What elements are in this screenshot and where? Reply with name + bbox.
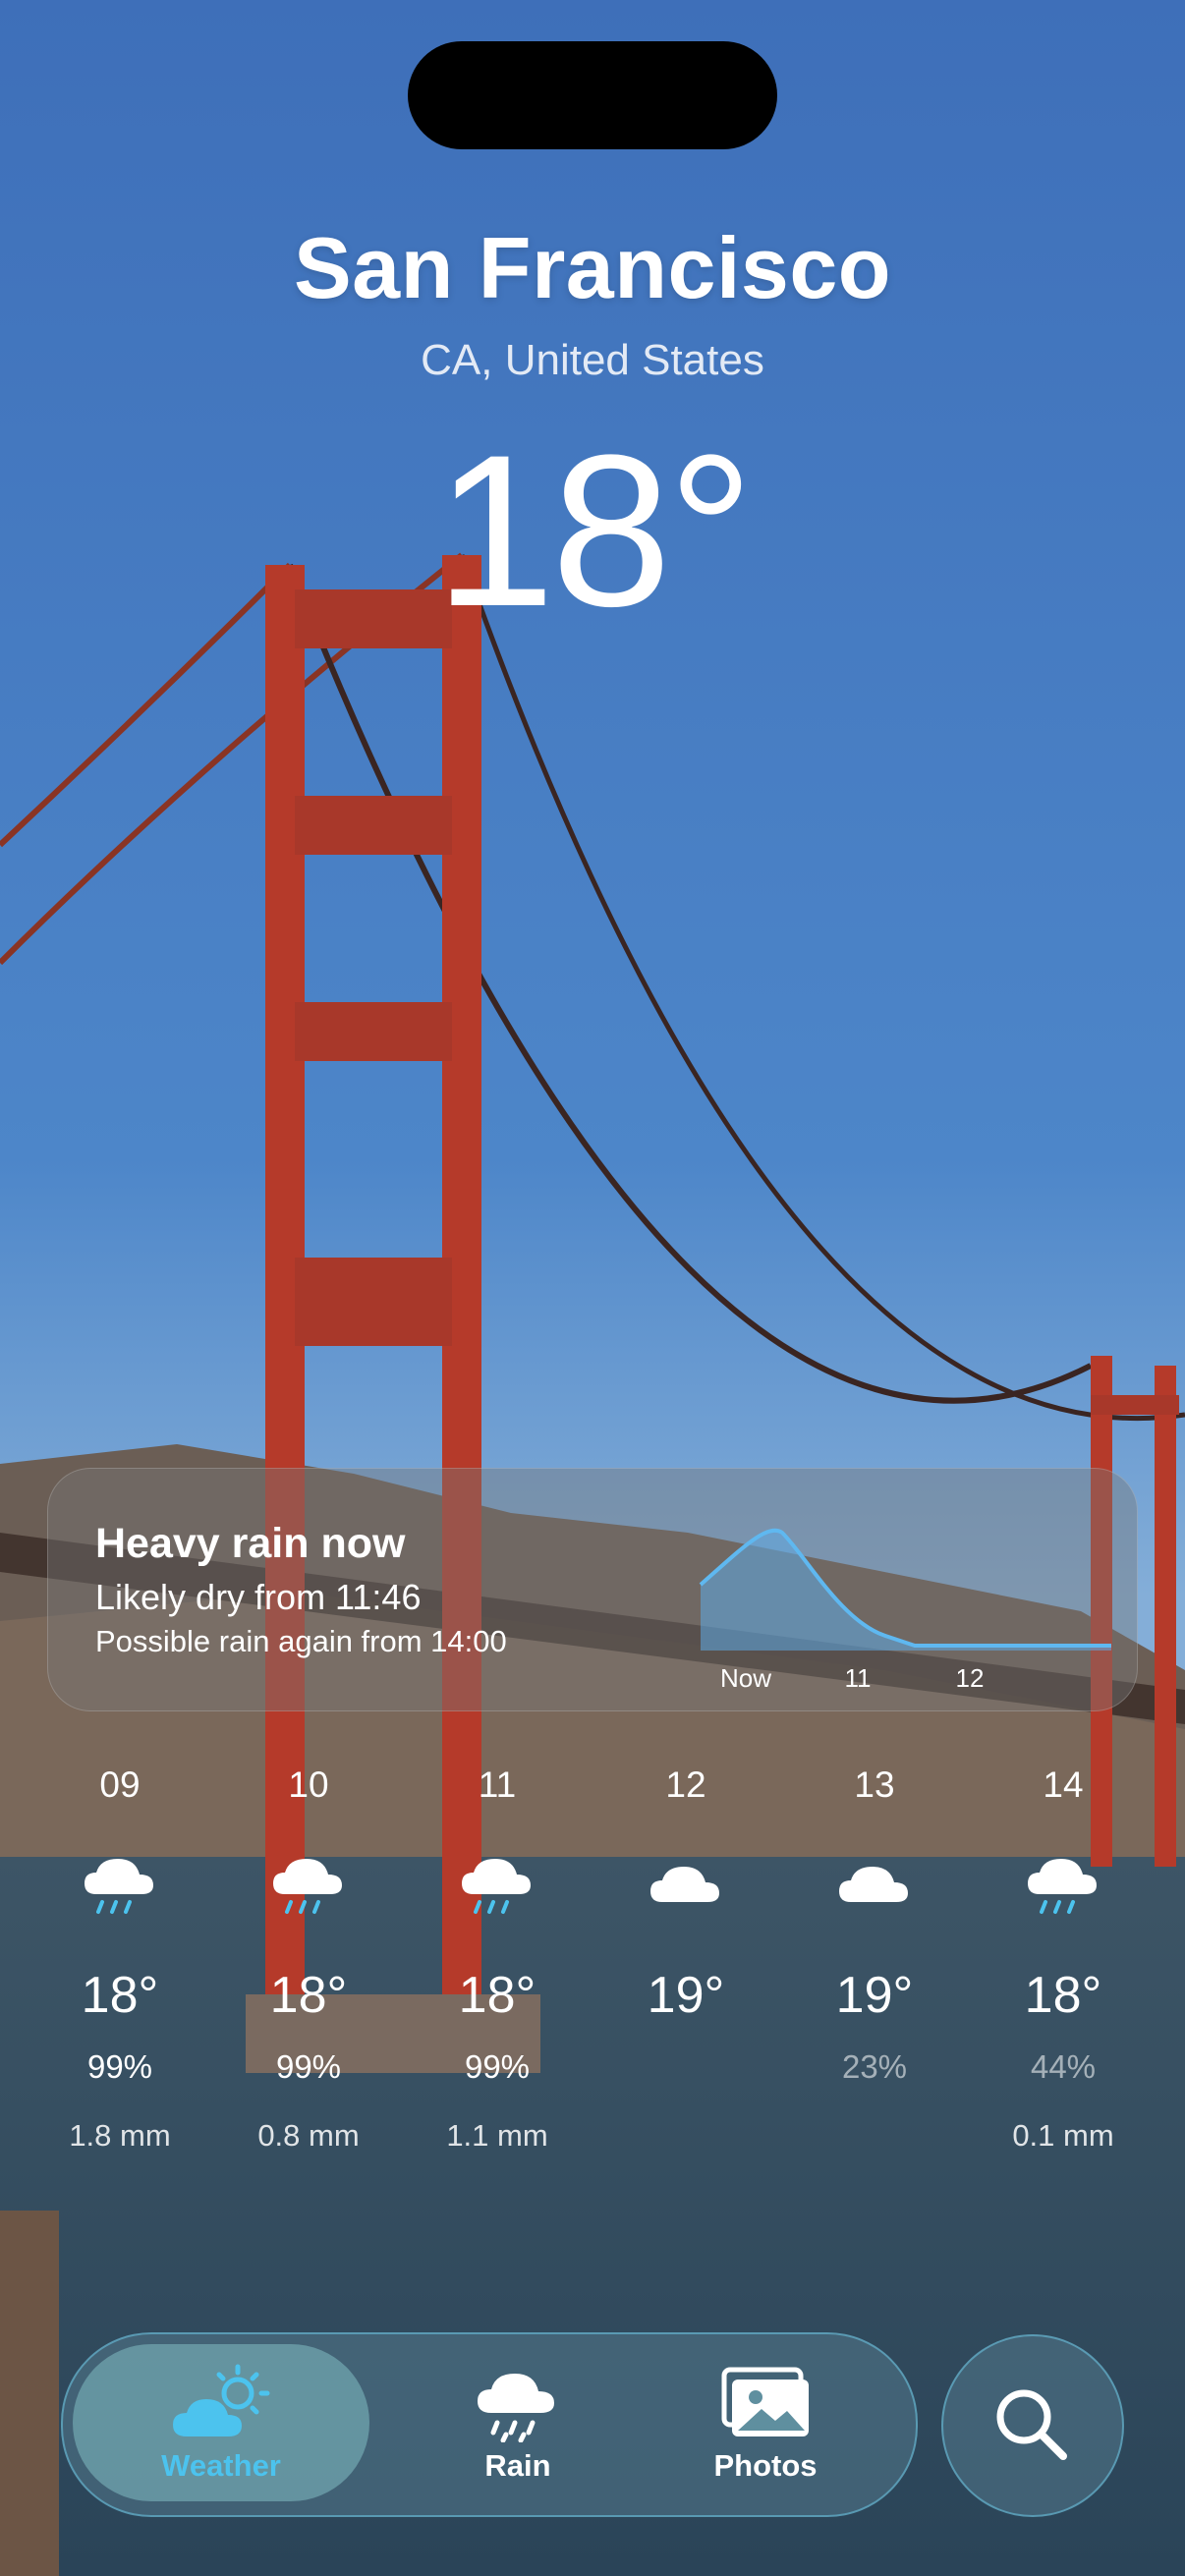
tab-label: Photos: [713, 2448, 818, 2483]
hourly-item[interactable]: 11 18° 99% 1.1 mm: [404, 1761, 591, 2156]
precip-amount: [592, 2116, 779, 2156]
tab-bar: Weather Rain Photos: [61, 2332, 918, 2517]
hour-label: 11: [478, 1764, 517, 1805]
hour-temperature: 18°: [81, 1967, 159, 2024]
hour-temperature: 18°: [458, 1967, 536, 2024]
precip-amount: 1.1 mm: [446, 2118, 548, 2153]
hour-label: 14: [1043, 1764, 1084, 1805]
rain-cloud-icon: [269, 1847, 348, 1926]
cloud-icon: [647, 1847, 725, 1926]
search-button[interactable]: [941, 2334, 1124, 2517]
current-temperature: 18°: [434, 410, 755, 651]
tab-label: Rain: [484, 2448, 551, 2483]
hourly-item[interactable]: 13 19° 23%: [781, 1761, 968, 2156]
precip-chance: 44%: [1030, 2048, 1097, 2085]
rain-axis-label: 11: [845, 1663, 872, 1693]
hour-temperature: 18°: [269, 1967, 348, 2024]
hour-temperature: 19°: [647, 1967, 725, 2024]
precip-amount: [781, 2116, 968, 2156]
rain-axis-label: Now: [720, 1663, 771, 1693]
hourly-item[interactable]: 14 18° 44% 0.1 mm: [970, 1761, 1157, 2156]
precip-chance: 99%: [275, 2048, 342, 2085]
hour-label: 09: [99, 1764, 141, 1805]
rain-cloud-icon: [478, 2374, 554, 2442]
tab-label: Weather: [161, 2448, 281, 2483]
hourly-item[interactable]: 10 18° 99% 0.8 mm: [215, 1761, 402, 2156]
precip-chance: 99%: [464, 2048, 531, 2085]
rain-intensity-area: [701, 1530, 1111, 1651]
background-photo: [0, 0, 1185, 2576]
rain-card-dry-from: Likely dry from 11:46: [95, 1577, 422, 1617]
photos-icon: [721, 2367, 809, 2436]
tab-rain[interactable]: Rain: [405, 2344, 631, 2501]
rain-card-title: Heavy rain now: [95, 1520, 406, 1567]
hourly-item[interactable]: 12 19°: [592, 1761, 779, 2156]
precip-amount: 0.8 mm: [257, 2118, 360, 2153]
tab-weather[interactable]: Weather: [73, 2344, 369, 2501]
cloud-icon: [835, 1847, 914, 1926]
hour-temperature: 19°: [835, 1967, 914, 2024]
dynamic-island: [408, 41, 777, 149]
hour-temperature: 18°: [1024, 1967, 1102, 2024]
rain-card-rain-again: Possible rain again from 14:00: [95, 1624, 507, 1658]
hour-label: 10: [288, 1764, 329, 1805]
precip-chance: 23%: [841, 2048, 908, 2085]
hour-label: 13: [854, 1764, 895, 1805]
rain-cloud-icon: [458, 1847, 536, 1926]
rain-cloud-icon: [1024, 1847, 1102, 1926]
city-name: San Francisco: [293, 219, 892, 316]
hourly-item[interactable]: 09 18° 99% 1.8 mm: [27, 1761, 213, 2156]
precip-amount: 1.8 mm: [69, 2118, 171, 2153]
search-icon: [996, 2389, 1067, 2460]
sun-cloud-icon: [173, 2364, 270, 2436]
region-name: CA, United States: [421, 336, 764, 384]
precip-amount: 0.1 mm: [1012, 2118, 1114, 2153]
rain-summary-card[interactable]: Heavy rain now Likely dry from 11:46 Pos…: [47, 1468, 1138, 1711]
hour-label: 12: [665, 1764, 706, 1805]
rain-axis-label: 12: [956, 1663, 985, 1693]
rain-cloud-icon: [81, 1847, 159, 1926]
tab-photos[interactable]: Photos: [652, 2344, 878, 2501]
precip-chance: 99%: [86, 2048, 153, 2085]
rain-intensity-chart: Now 11 12: [699, 1528, 1111, 1693]
precip-chance: [592, 2047, 779, 2087]
